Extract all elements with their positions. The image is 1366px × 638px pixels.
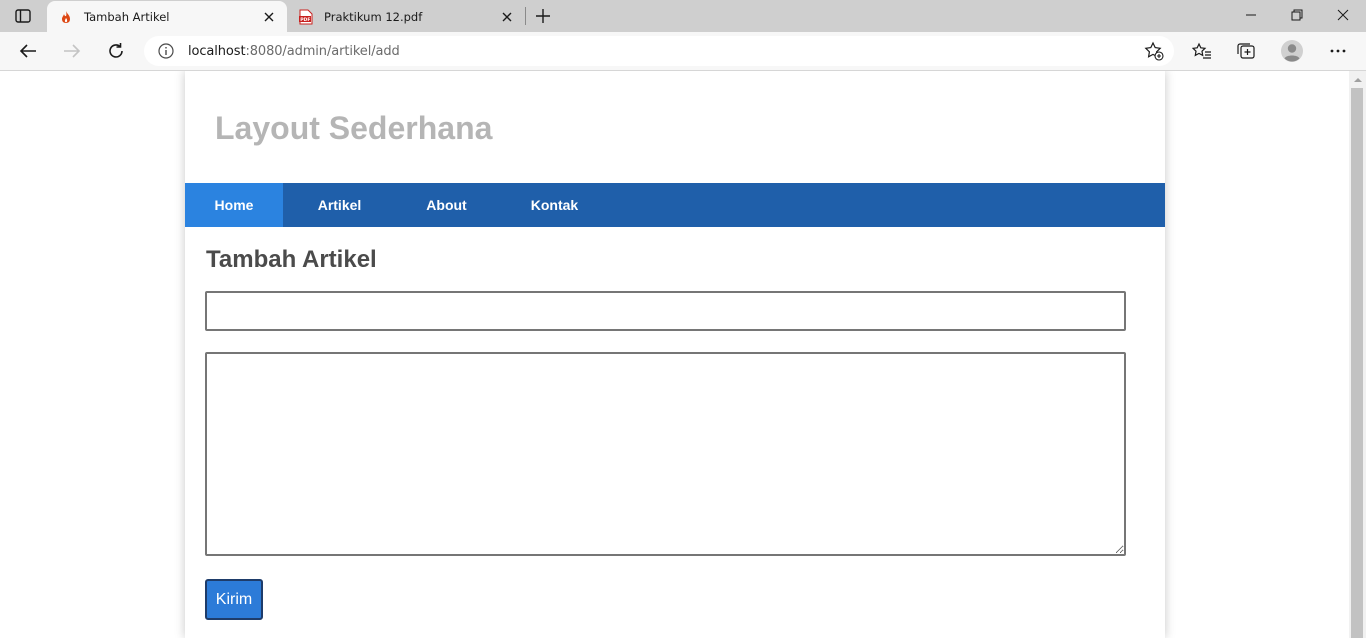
main-nav: Home Artikel About Kontak [185,183,1165,227]
add-favorite-icon[interactable] [1144,41,1164,61]
close-tab-icon[interactable] [261,9,277,25]
tab-title: Praktikum 12.pdf [324,9,423,24]
browser-toolbar: localhost:8080/admin/artikel/add [0,32,1366,71]
site-info-icon[interactable] [156,41,176,61]
page-viewport: Layout Sederhana Home Artikel About Kont… [0,71,1349,638]
flame-icon [58,9,74,25]
url-host: localhost [188,43,246,59]
nav-item-artikel[interactable]: Artikel [283,183,396,227]
vertical-scrollbar[interactable] [1349,71,1366,638]
address-bar[interactable]: localhost:8080/admin/artikel/add [144,36,1174,66]
tab-actions-icon[interactable] [12,7,34,25]
submit-button[interactable]: Kirim [205,579,263,620]
refresh-icon[interactable] [102,38,130,64]
page-heading: Tambah Artikel [206,246,377,273]
close-tab-icon[interactable] [499,9,515,25]
tab-title: Tambah Artikel [84,9,170,24]
page-container: Layout Sederhana Home Artikel About Kont… [185,71,1165,638]
browser-tab-active[interactable]: Tambah Artikel [47,1,287,32]
profile-avatar-icon[interactable] [1278,38,1306,64]
scrollbar-thumb[interactable] [1351,88,1363,638]
nav-item-about[interactable]: About [396,183,497,227]
nav-item-kontak[interactable]: Kontak [497,183,612,227]
svg-text:PDF: PDF [300,17,310,23]
browser-tab[interactable]: PDF Praktikum 12.pdf [287,1,525,32]
site-header: Layout Sederhana [185,71,1165,183]
favorites-icon[interactable] [1188,38,1216,64]
url-path: :8080/admin/artikel/add [245,43,400,59]
scroll-up-arrow-icon[interactable] [1349,73,1366,87]
forward-icon[interactable] [58,38,86,64]
site-title: Layout Sederhana [215,110,493,146]
article-content-textarea[interactable] [205,352,1126,556]
minimize-icon[interactable] [1228,0,1274,30]
pdf-icon: PDF [298,9,314,25]
back-icon[interactable] [14,38,42,64]
new-tab-icon[interactable] [533,6,553,26]
more-options-icon[interactable] [1324,38,1352,64]
close-window-icon[interactable] [1320,0,1366,30]
nav-item-home[interactable]: Home [185,183,283,227]
browser-tab-strip: Tambah Artikel PDF Praktikum 12.pdf [0,0,1366,32]
restore-icon[interactable] [1274,0,1320,30]
article-title-input[interactable] [205,291,1126,331]
tab-divider [525,7,526,25]
collections-icon[interactable] [1232,38,1260,64]
url-text: localhost:8080/admin/artikel/add [188,44,400,59]
